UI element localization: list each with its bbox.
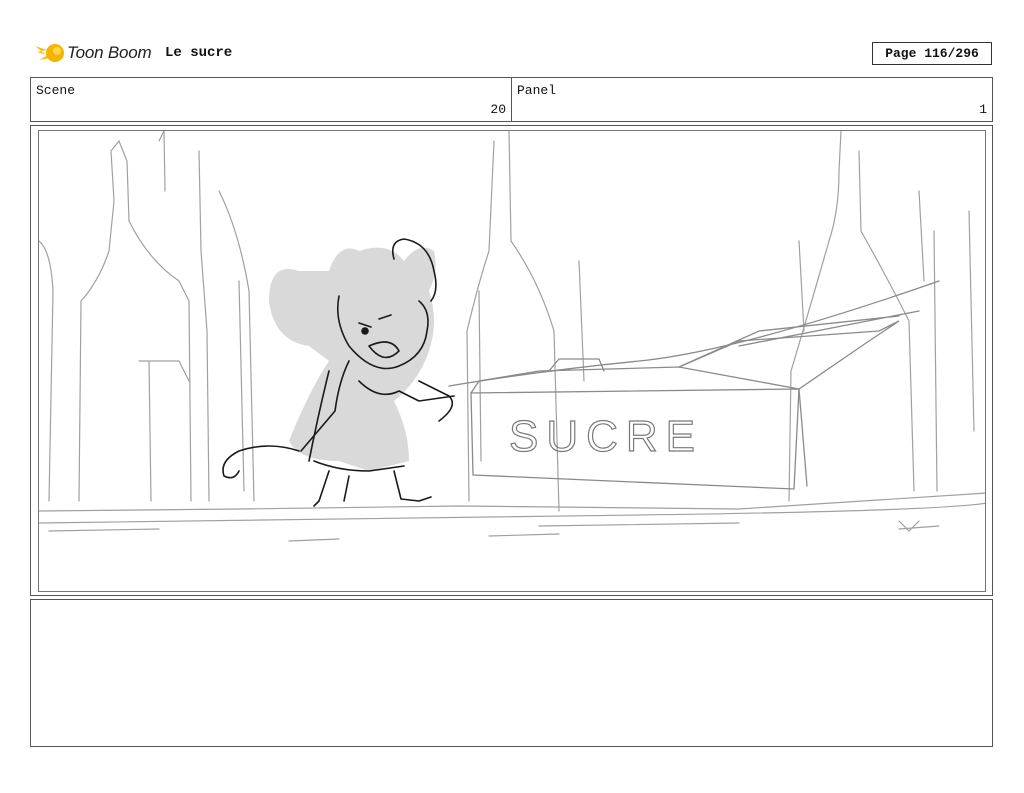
scene-label: Scene <box>36 83 76 98</box>
toon-boom-logo: Toon Boom <box>33 38 152 68</box>
panel-notes <box>30 599 993 747</box>
scene-panel-info: Scene 20 Panel 1 <box>30 77 993 122</box>
storyboard-sketch: SUCRE <box>39 131 985 542</box>
scene-cell: Scene 20 <box>31 78 511 121</box>
panel-label: Panel <box>517 83 557 98</box>
brand-name: Toon Boom <box>67 43 152 62</box>
scene-number: 20 <box>490 102 506 117</box>
panel-number: 1 <box>979 102 987 117</box>
mouse-character <box>222 238 455 507</box>
background-bottles <box>39 131 985 542</box>
comet-logo-icon <box>35 44 64 62</box>
project-title: Le sucre <box>165 45 233 61</box>
box-label: SUCRE <box>509 412 703 461</box>
panel-cell: Panel 1 <box>511 78 992 121</box>
storyboard-panel: SUCRE <box>38 130 986 592</box>
page-indicator: Page 116/296 <box>872 42 992 65</box>
